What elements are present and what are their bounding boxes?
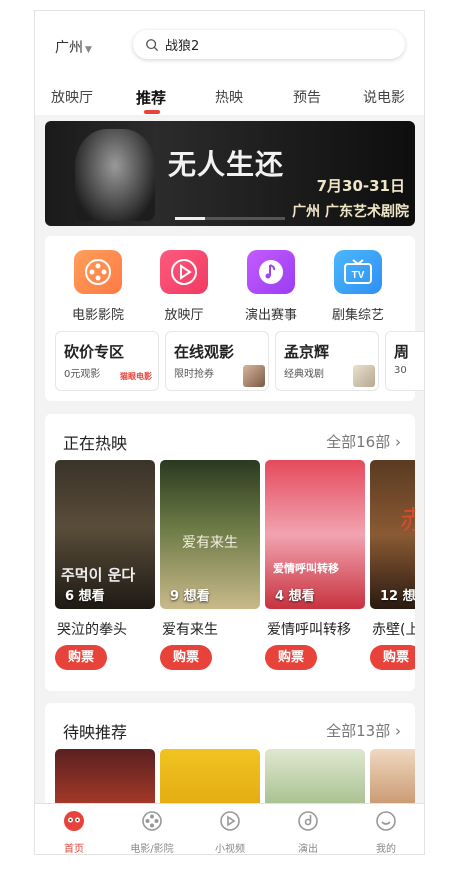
nav-label: 小视频 xyxy=(215,844,245,855)
tab-now-playing[interactable]: 热映 xyxy=(215,87,243,107)
tab-trailers[interactable]: 预告 xyxy=(293,87,321,107)
city-selector[interactable]: 广州 ▼ xyxy=(55,37,92,57)
nav-mine[interactable]: 我的 xyxy=(347,810,424,855)
promo-title: 周 xyxy=(394,343,410,361)
chevron-right-icon: › xyxy=(395,433,401,451)
nav-label: 电影/影院 xyxy=(130,844,174,855)
promo-online[interactable]: 在线观影 限时抢券 xyxy=(165,331,269,391)
movie-name: 赤壁(上) xyxy=(372,622,415,638)
nav-label: 我的 xyxy=(376,844,396,855)
top-bar: 广州 ▼ xyxy=(35,11,424,71)
see-all-link[interactable]: 全部16部 › xyxy=(326,431,401,452)
movie-poster[interactable]: 爱情呼叫转移 4 想看 xyxy=(265,460,365,609)
promo-banner[interactable]: 无人生还 7月30-31日 广州 广东艺术剧院 xyxy=(45,121,415,226)
promo-title: 砍价专区 xyxy=(64,343,125,361)
category-shows[interactable]: 演出赛事 xyxy=(231,250,311,323)
category-tabs: 放映厅 推荐 热映 预告 说电影 xyxy=(35,71,424,115)
movie-poster[interactable]: 赤 12 想看 xyxy=(370,460,415,609)
now-showing-section: 正在热映 全部16部 › 주먹이 운다 6 想看 哭泣的拳头 购票 爱有来生 9… xyxy=(45,414,415,691)
maoyan-logo: 猫眼电影 xyxy=(120,372,152,381)
caret-down-icon: ▼ xyxy=(85,45,92,55)
banner-artwork xyxy=(75,129,155,221)
play-circle-icon xyxy=(160,250,208,294)
want-count: 6 想看 xyxy=(65,589,105,604)
want-count: 12 想看 xyxy=(380,589,415,604)
category-label: 剧集综艺 xyxy=(331,308,384,323)
poster-title-art: 爱情呼叫转移 xyxy=(273,562,339,575)
app-screen: 广州▼ 放映厅 推荐 热映 预告 说电影 无人生还 7月30-31日 广州 广东… xyxy=(34,10,425,855)
want-count: 9 想看 xyxy=(170,589,210,604)
bottom-nav: 首页 电影/影院 小视频 演出 我的 xyxy=(35,803,424,855)
active-tab-indicator xyxy=(144,110,160,114)
promo-bargain[interactable]: 砍价专区 0元观影 猫眼电影 xyxy=(55,331,159,391)
buy-ticket-button[interactable]: 购票 xyxy=(55,645,107,670)
section-title: 正在热映 xyxy=(63,434,128,453)
film-reel-icon xyxy=(74,250,122,294)
promo-more[interactable]: 周 30 xyxy=(385,331,424,391)
banner-title: 无人生还 xyxy=(168,148,285,181)
promo-meng-jinghui[interactable]: 孟京辉 经典戏剧 xyxy=(275,331,379,391)
buy-ticket-button[interactable]: 购票 xyxy=(265,645,317,670)
search-icon xyxy=(146,38,159,51)
banner-venue: 广州 广东艺术剧院 xyxy=(292,204,409,220)
movie-name: 爱情呼叫转移 xyxy=(267,622,351,638)
film-reel-icon xyxy=(142,811,162,831)
category-card: 电影影院 放映厅 演出赛事 TV 剧集综艺 砍价专区 0元观影 猫眼电影 在线观… xyxy=(45,236,424,401)
nav-home[interactable]: 首页 xyxy=(35,810,113,855)
nav-label: 首页 xyxy=(64,844,84,855)
movie-name: 爱有来生 xyxy=(162,622,218,638)
buy-ticket-button[interactable]: 购票 xyxy=(160,645,212,670)
promo-subtitle: 0元观影 xyxy=(64,369,101,380)
see-all-label: 全部13部 xyxy=(326,722,391,740)
promo-subtitle: 限时抢券 xyxy=(174,369,214,380)
nav-movies-cinemas[interactable]: 电影/影院 xyxy=(113,810,191,855)
poster-title-art: 주먹이 운다 xyxy=(61,566,136,584)
tab-talk-movies[interactable]: 说电影 xyxy=(363,87,405,107)
tab-screening-hall[interactable]: 放映厅 xyxy=(51,87,93,107)
city-name: 广州 xyxy=(55,40,83,56)
category-screening-hall[interactable]: 放映厅 xyxy=(144,250,224,323)
music-disc-icon xyxy=(298,811,318,831)
banner-date: 7月30-31日 xyxy=(316,177,405,195)
nav-label: 演出 xyxy=(298,844,318,855)
promo-subtitle: 经典戏剧 xyxy=(284,369,324,380)
see-all-link[interactable]: 全部13部 › xyxy=(326,720,401,741)
see-all-label: 全部16部 xyxy=(326,433,391,451)
movie-poster[interactable]: 주먹이 운다 6 想看 xyxy=(55,460,155,609)
section-title: 待映推荐 xyxy=(63,723,128,742)
chevron-right-icon: › xyxy=(395,722,401,740)
nav-shows[interactable]: 演出 xyxy=(269,810,347,855)
category-cinema[interactable]: 电影影院 xyxy=(58,250,138,323)
poster-title-art: 爱有来生 xyxy=(182,535,238,551)
tab-recommend[interactable]: 推荐 xyxy=(136,87,166,108)
category-label: 放映厅 xyxy=(164,308,204,323)
maoyan-home-icon xyxy=(64,811,84,831)
tv-icon: TV xyxy=(334,250,382,294)
movie-poster[interactable]: 爱有来生 9 想看 xyxy=(160,460,260,609)
smile-face-icon xyxy=(376,811,396,831)
buy-ticket-button[interactable]: 购票 xyxy=(370,645,415,670)
promo-thumbnail xyxy=(243,365,265,387)
search-input[interactable] xyxy=(165,37,385,52)
search-box[interactable] xyxy=(133,30,405,59)
promo-thumbnail xyxy=(353,365,375,387)
promo-subtitle: 30 xyxy=(394,365,407,376)
category-label: 电影影院 xyxy=(71,308,124,323)
svg-text:TV: TV xyxy=(352,270,365,281)
music-note-icon xyxy=(247,250,295,294)
poster-title-art: 赤 xyxy=(400,500,415,537)
nav-short-video[interactable]: 小视频 xyxy=(191,810,269,855)
category-series[interactable]: TV 剧集综艺 xyxy=(318,250,398,323)
play-circle-icon xyxy=(220,811,240,831)
movie-name: 哭泣的拳头 xyxy=(57,622,127,638)
promo-title: 孟京辉 xyxy=(284,343,330,361)
carousel-indicator xyxy=(175,217,285,220)
promo-title: 在线观影 xyxy=(174,343,235,361)
want-count: 4 想看 xyxy=(275,589,315,604)
category-label: 演出赛事 xyxy=(244,308,297,323)
